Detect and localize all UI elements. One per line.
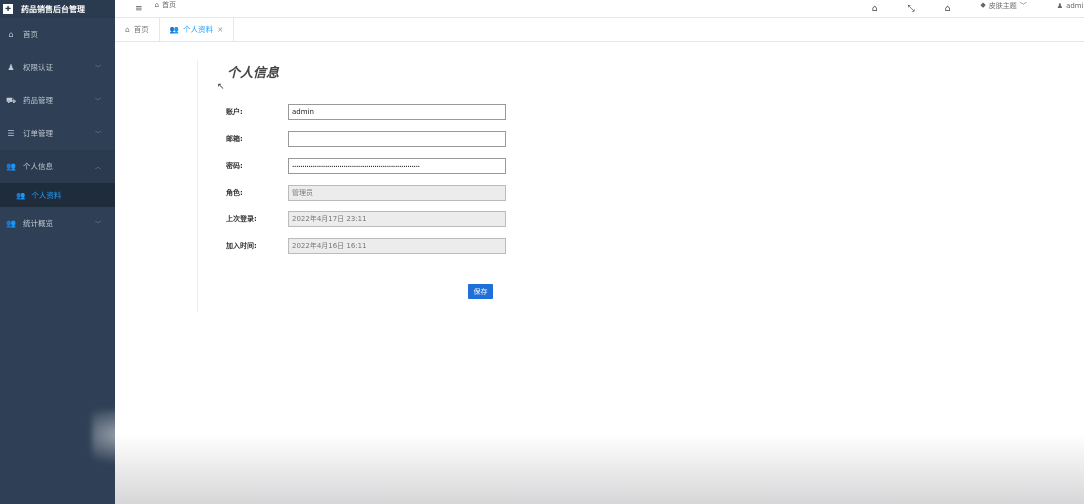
sidebar-item-label: 药品管理	[23, 96, 53, 105]
account-field[interactable]: admin	[288, 104, 506, 120]
form-row-email: 邮箱:	[226, 131, 506, 147]
sidebar-item-label: 个人信息	[23, 162, 53, 171]
chevron-down-icon: ﹀	[94, 221, 101, 228]
top-header: ≡ ⌂ 首页 ⌂ ⤡ ⌂ ◆ 皮肤主题 ﹀ ♟ admin	[115, 0, 1084, 18]
form-row-account: 账户: admin	[226, 104, 506, 120]
app-logo[interactable]: ✚ 药品销售后台管理	[0, 0, 115, 18]
chevron-down-icon: ﹀	[94, 98, 101, 105]
breadcrumb-home[interactable]: ⌂ 首页	[155, 0, 176, 10]
sidebar-item-label: 权限认证	[23, 63, 53, 72]
palette-icon: ◆	[980, 1, 986, 9]
sidebar-item-personal[interactable]: 👥 个人信息 ︿	[0, 150, 115, 183]
page-title: 个人信息	[227, 66, 280, 81]
home-icon: ⌂	[154, 1, 159, 9]
join-time-field: 2022年4月16日 16:11	[288, 238, 506, 254]
home-icon[interactable]: ⌂	[945, 4, 951, 14]
theme-menu[interactable]: ◆ 皮肤主题 ﹀	[980, 1, 1026, 11]
sidebar-item-auth[interactable]: ♟ 权限认证 ﹀	[0, 51, 115, 84]
form-row-last-login: 上次登录: 2022年4月17日 23:11	[226, 211, 506, 227]
breadcrumb-label: 首页	[162, 1, 176, 9]
fullscreen-icon[interactable]: ⤡	[907, 4, 914, 14]
home-icon: ⌂	[8, 30, 14, 39]
sidebar-item-drugs[interactable]: ⛟ 药品管理 ﹀	[0, 84, 115, 117]
user-name: admin	[1066, 2, 1084, 10]
user-key-icon: ♟	[7, 63, 15, 72]
last-login-field: 2022年4月17日 23:11	[288, 211, 506, 227]
sidebar-item-home[interactable]: ⌂ 首页	[0, 18, 115, 51]
users-icon: 👥	[6, 162, 16, 171]
join-time-label: 加入时间:	[226, 242, 257, 250]
form-row-password: 密码: ••••••••••••••••••••••••••••••••••••…	[226, 158, 506, 174]
car-icon: ⛟	[5, 95, 17, 105]
last-login-label: 上次登录:	[226, 215, 257, 223]
tab-profile[interactable]: 👥 个人资料 ×	[159, 18, 235, 41]
role-field: 管理员	[288, 185, 506, 201]
user-icon: ♟	[1056, 2, 1064, 10]
notification-icon[interactable]: ⌂	[872, 4, 878, 14]
tab-label: 个人资料	[183, 25, 214, 34]
theme-label: 皮肤主题	[988, 2, 1017, 10]
sidebar-subitem-profile[interactable]: 👥 个人资料	[0, 183, 115, 207]
sidebar-item-label: 首页	[23, 30, 38, 39]
tab-label: 首页	[133, 25, 149, 34]
email-field[interactable]	[288, 131, 506, 147]
tab-home[interactable]: ⌂ 首页	[115, 18, 160, 41]
close-icon[interactable]: ×	[217, 25, 223, 34]
bottom-shadow	[115, 434, 1084, 504]
tab-bar: ⌂ 首页 👥 个人资料 ×	[115, 18, 1084, 42]
save-button[interactable]: 保存	[468, 284, 493, 299]
users-icon: 👥	[6, 219, 16, 228]
role-label: 角色:	[226, 189, 243, 197]
app-title: 药品销售后台管理	[21, 4, 85, 14]
chevron-up-icon: ︿	[94, 164, 101, 171]
email-label: 邮箱:	[226, 135, 243, 143]
sidebar-item-stats[interactable]: 👥 统计概览 ﹀	[0, 207, 115, 240]
chevron-down-icon: ﹀	[94, 131, 101, 138]
sidebar-item-orders[interactable]: ☰ 订单管理 ﹀	[0, 117, 115, 150]
password-field[interactable]: ••••••••••••••••••••••••••••••••••••••••…	[288, 158, 506, 174]
chevron-down-icon: ﹀	[94, 65, 101, 72]
account-label: 账户:	[226, 108, 243, 116]
users-icon: 👥	[16, 190, 26, 200]
users-icon: 👥	[169, 25, 180, 34]
divider	[197, 60, 198, 312]
form-row-join-time: 加入时间: 2022年4月16日 16:11	[226, 238, 506, 254]
form-row-role: 角色: 管理员	[226, 185, 506, 201]
mouse-cursor-icon: ↖	[217, 82, 225, 92]
home-icon: ⌂	[125, 25, 130, 34]
user-menu[interactable]: ♟ admin	[1057, 2, 1084, 10]
chevron-down-icon: ﹀	[1019, 2, 1027, 10]
sidebar-item-label: 订单管理	[23, 129, 53, 138]
list-icon: ☰	[7, 129, 15, 138]
sidebar-subitem-label: 个人资料	[31, 190, 62, 200]
sidebar-item-label: 统计概览	[23, 219, 53, 228]
menu-toggle-icon[interactable]: ≡	[135, 4, 143, 14]
header-right: ⌂ ⤡ ⌂ ◆ 皮肤主题 ﹀ ♟ admin	[872, 0, 1084, 18]
logo-icon: ✚	[3, 4, 13, 14]
password-label: 密码:	[226, 162, 243, 170]
sidebar: ✚ 药品销售后台管理 ⌂ 首页 ♟ 权限认证 ﹀ ⛟ 药品管理 ﹀ ☰ 订单管理…	[0, 0, 172, 504]
main-content: 个人信息 ↖ 账户: admin 邮箱: 密码: •••••••••••••••…	[115, 42, 1084, 504]
